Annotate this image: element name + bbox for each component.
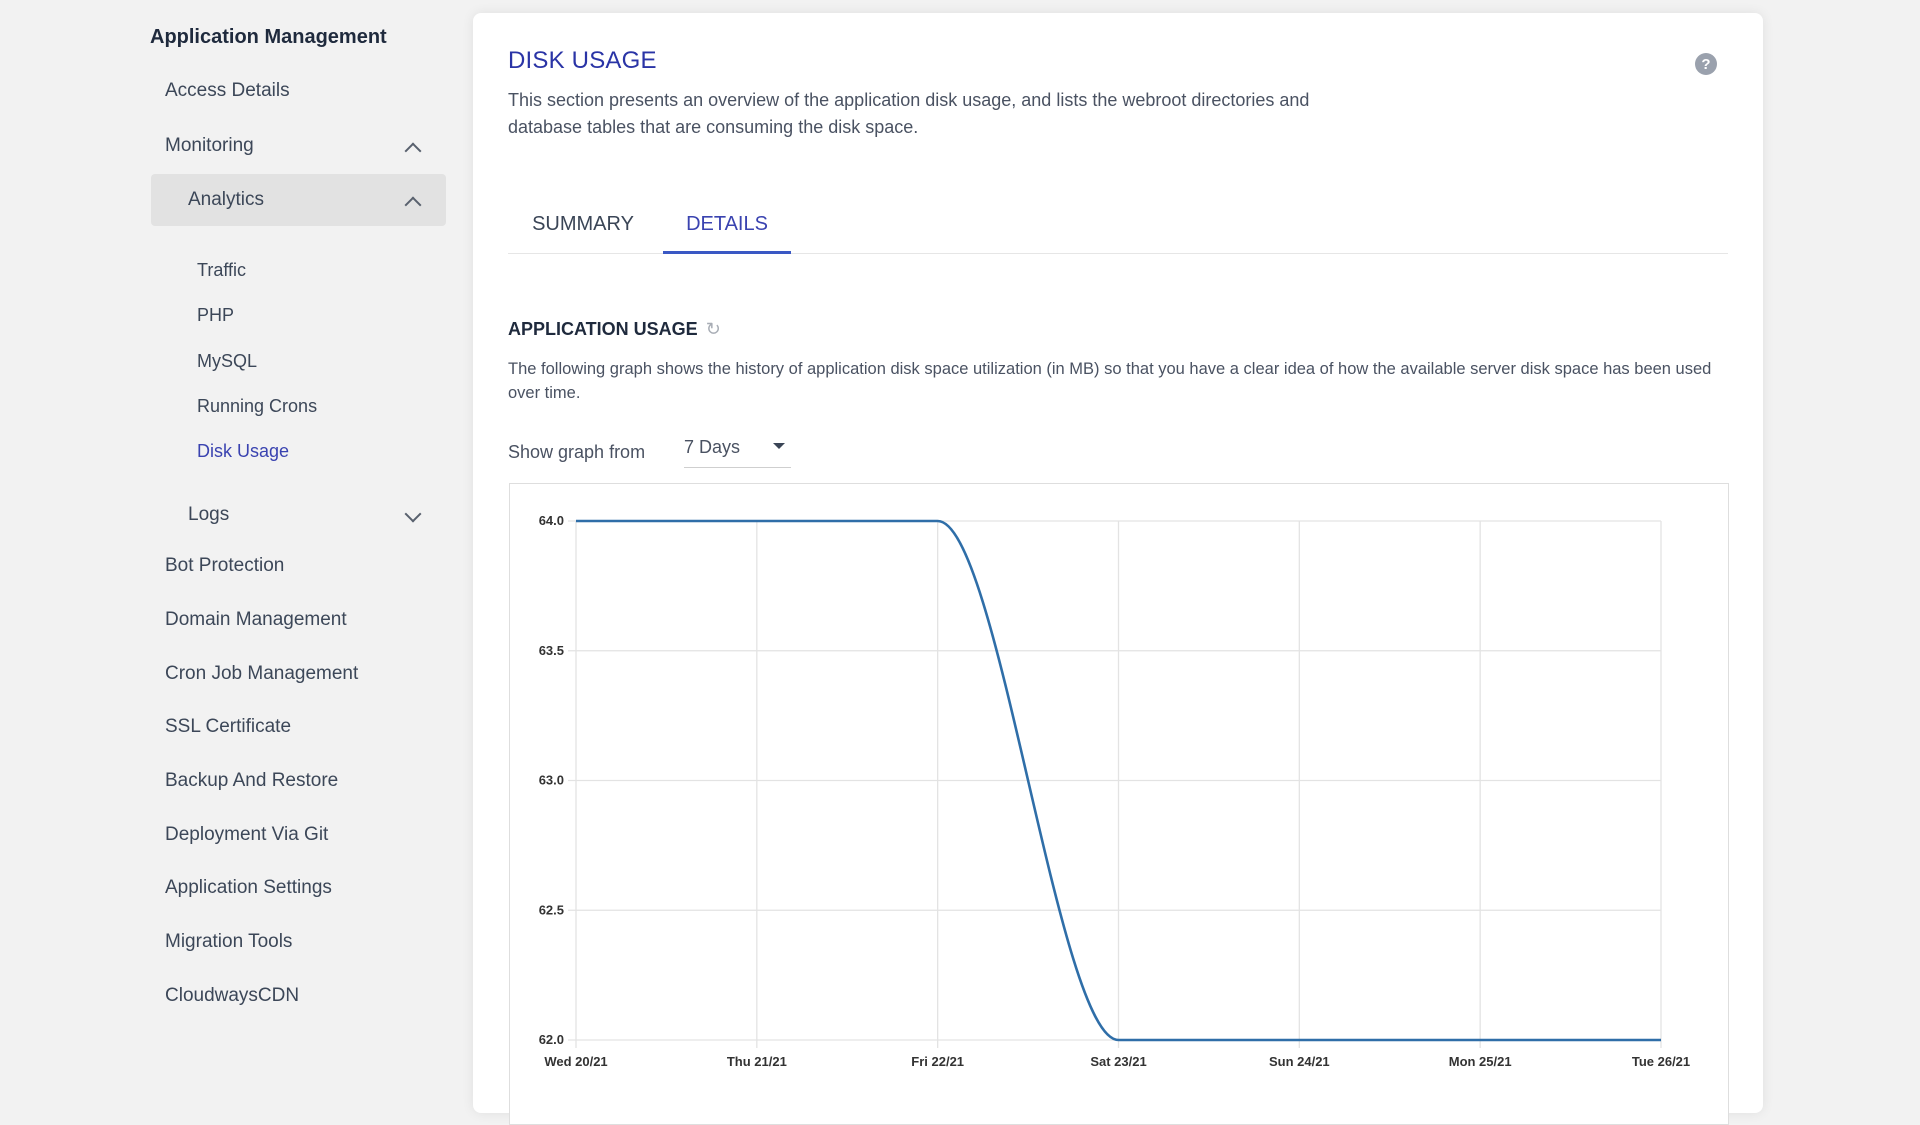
- usage-chart-frame: 62.0 62.5 63.0 63.5 64.0 Wed 20/21 Thu 21/21 Fr…: [509, 483, 1729, 1125]
- sidebar-item-ssl-certificate[interactable]: SSL Certificate: [165, 716, 291, 738]
- x-tick-label: Thu 21/21: [727, 1054, 787, 1069]
- section-header: APPLICATION USAGE ↻: [508, 319, 721, 340]
- chevron-down-icon[interactable]: [404, 505, 422, 523]
- sidebar: Application Management Access Details Mo…: [0, 0, 460, 1080]
- sidebar-item-cloudways-cdn[interactable]: CloudwaysCDN: [165, 985, 299, 1007]
- sidebar-item-cron-job-management[interactable]: Cron Job Management: [165, 663, 358, 685]
- tab-details[interactable]: DETAILS: [663, 189, 791, 237]
- sidebar-item-access-details[interactable]: Access Details: [165, 80, 290, 102]
- x-tick-label: Tue 26/21: [1632, 1054, 1690, 1069]
- x-tick-label: Wed 20/21: [544, 1054, 607, 1069]
- sidebar-item-domain-management[interactable]: Domain Management: [165, 609, 347, 631]
- range-value: 7 Days: [684, 437, 741, 457]
- x-tick-label: Sat 23/21: [1090, 1054, 1146, 1069]
- sidebar-item-traffic[interactable]: Traffic: [197, 260, 246, 281]
- y-tick-label: 62.5: [539, 902, 564, 917]
- usage-chart: 62.0 62.5 63.0 63.5 64.0 Wed 20/21 Thu 21/21 Fr…: [539, 513, 1690, 1069]
- active-tab-indicator: [663, 251, 791, 254]
- y-tick-label: 63.0: [539, 773, 564, 788]
- x-tick-label: Mon 25/21: [1449, 1054, 1512, 1069]
- section-description: The following graph shows the history of…: [508, 360, 1712, 402]
- sidebar-item-running-crons[interactable]: Running Crons: [197, 396, 317, 417]
- help-icon[interactable]: ?: [1695, 53, 1717, 75]
- sidebar-item-logs[interactable]: Logs: [188, 504, 229, 526]
- sidebar-item-monitoring[interactable]: Monitoring: [165, 135, 254, 157]
- sidebar-item-backup-and-restore[interactable]: Backup And Restore: [165, 770, 338, 792]
- sidebar-item-disk-usage[interactable]: Disk Usage: [197, 441, 289, 462]
- range-dropdown[interactable]: 7 Days: [684, 431, 791, 468]
- sidebar-item-mysql[interactable]: MySQL: [197, 351, 257, 372]
- page-description: This section presents an overview of the…: [508, 90, 1310, 137]
- disk-usage-card: DISK USAGE ? This section presents an ov…: [473, 13, 1763, 1125]
- caret-down-icon: [773, 443, 785, 449]
- tab-bar: SUMMARY DETAILS: [508, 203, 1728, 254]
- y-tick-label: 64.0: [539, 513, 564, 528]
- sidebar-item-bot-protection[interactable]: Bot Protection: [165, 555, 284, 577]
- sidebar-item-php[interactable]: PHP: [197, 305, 234, 326]
- y-tick-label: 62.0: [539, 1032, 564, 1047]
- x-tick-label: Fri 22/21: [911, 1054, 964, 1069]
- chevron-up-icon[interactable]: [404, 142, 422, 160]
- tab-summary[interactable]: SUMMARY: [508, 189, 658, 237]
- sidebar-item-application-settings[interactable]: Application Settings: [165, 877, 332, 899]
- section-title: APPLICATION USAGE: [508, 319, 698, 339]
- sidebar-item-migration-tools[interactable]: Migration Tools: [165, 931, 292, 953]
- sidebar-item-analytics[interactable]: Analytics: [188, 189, 264, 211]
- refresh-icon[interactable]: ↻: [706, 319, 721, 340]
- sidebar-title: Application Management: [150, 26, 387, 48]
- y-tick-label: 63.5: [539, 643, 564, 658]
- x-tick-label: Sun 24/21: [1269, 1054, 1330, 1069]
- range-label: Show graph from: [508, 442, 646, 462]
- page-title: DISK USAGE: [508, 47, 657, 74]
- sidebar-item-deployment-via-git[interactable]: Deployment Via Git: [165, 824, 328, 846]
